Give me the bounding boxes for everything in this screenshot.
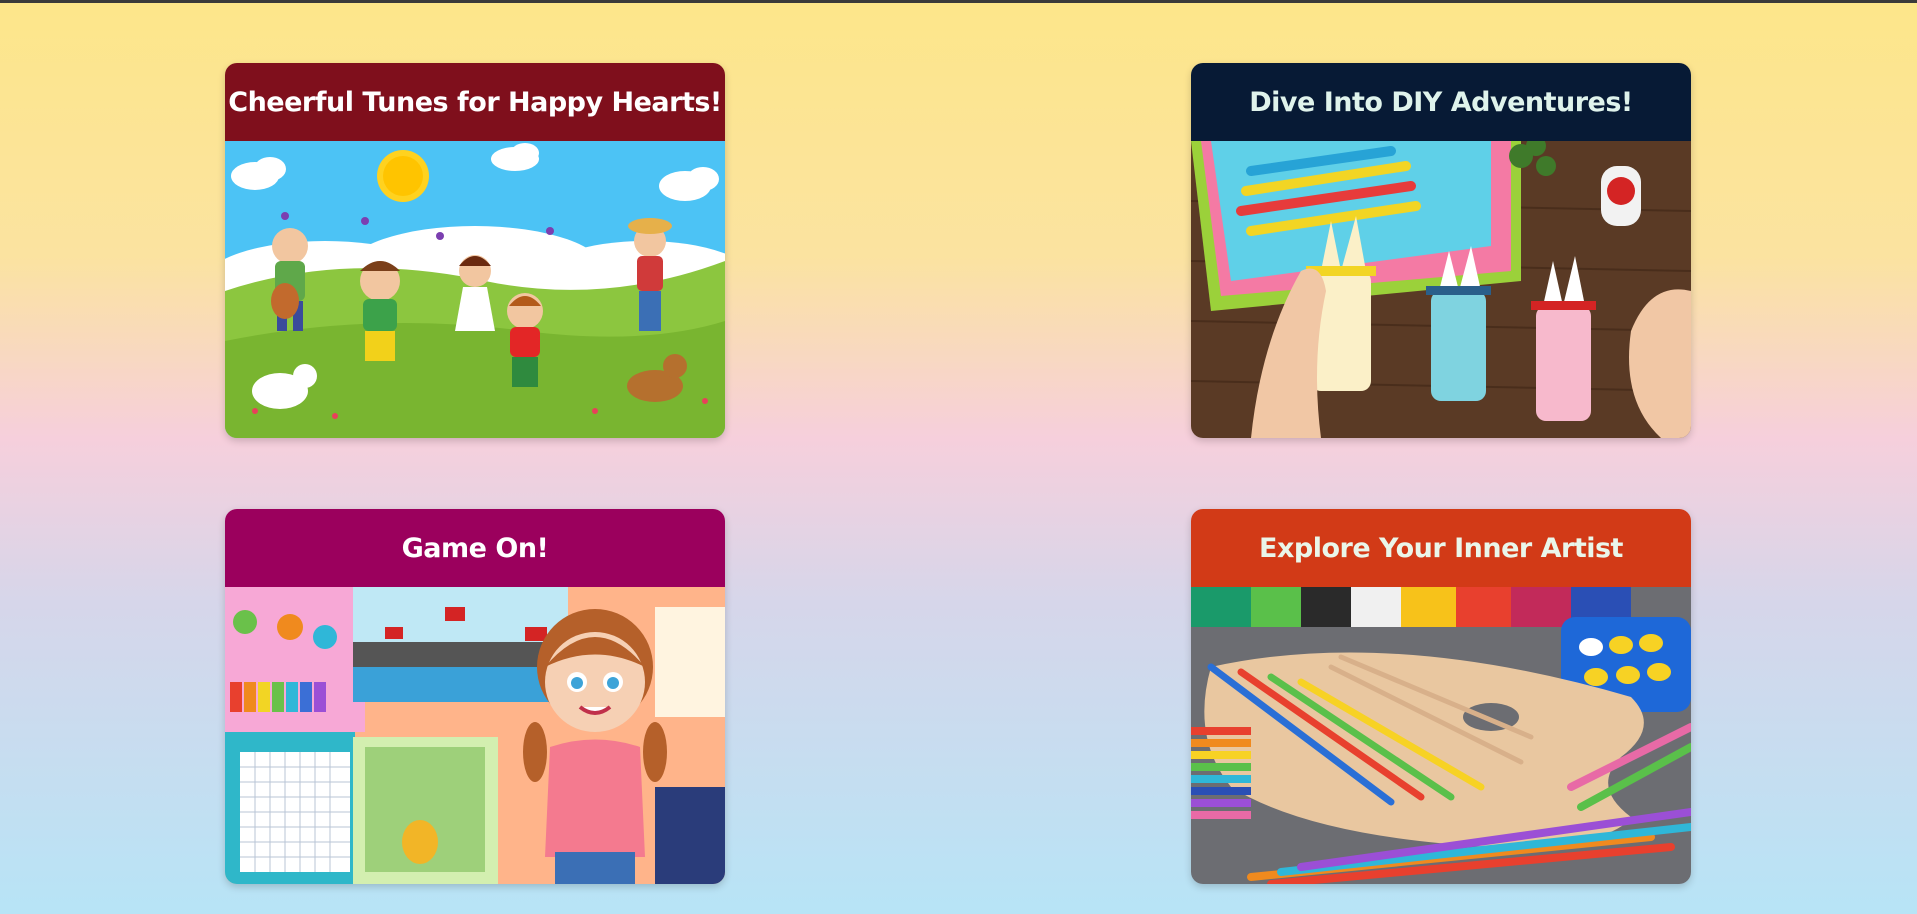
card-title-bar: Game On! (225, 509, 725, 587)
card-title: Game On! (401, 532, 549, 564)
card-image-art-supplies[interactable] (1191, 587, 1691, 884)
card-diy-adventures[interactable]: Dive Into DIY Adventures! (1191, 63, 1691, 438)
card-title: Explore Your Inner Artist (1259, 532, 1623, 564)
card-inner-artist[interactable]: Explore Your Inner Artist (1191, 509, 1691, 884)
card-title: Cheerful Tunes for Happy Hearts! (228, 86, 722, 118)
card-title-bar: Dive Into DIY Adventures! (1191, 63, 1691, 141)
card-title-bar: Cheerful Tunes for Happy Hearts! (225, 63, 725, 141)
card-game-on[interactable]: Game On! (225, 509, 725, 884)
card-image-kids-music[interactable] (225, 141, 725, 438)
card-image-popsicle-crafts[interactable] (1191, 141, 1691, 438)
card-title: Dive Into DIY Adventures! (1249, 86, 1633, 118)
top-border (0, 0, 1917, 3)
card-image-games-collage[interactable] (225, 587, 725, 884)
card-cheerful-tunes[interactable]: Cheerful Tunes for Happy Hearts! (225, 63, 725, 438)
card-title-bar: Explore Your Inner Artist (1191, 509, 1691, 587)
